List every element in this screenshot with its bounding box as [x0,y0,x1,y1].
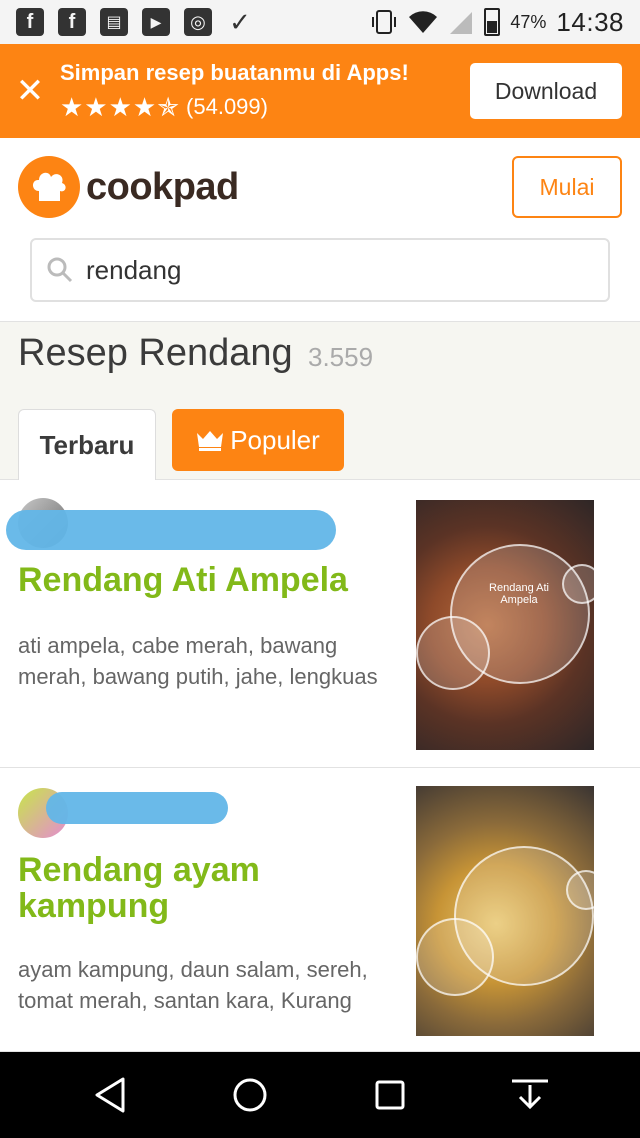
wifi-icon [409,11,438,34]
notification-drawer-button[interactable] [500,1065,560,1125]
search-value: rendang [86,254,182,285]
star-rating-icon: ★★★★✯ [60,91,181,122]
youtube-icon: ▶ [142,8,170,36]
tab-populer[interactable]: Populer [172,409,344,471]
check-icon: ✓ [229,6,251,37]
crown-icon [197,431,224,451]
pull-down-icon [512,1079,548,1110]
result-count: 3.559 [308,342,374,372]
recipe-ingredients: ati ampela, cabe merah, bawang merah, ba… [18,633,378,689]
list-item[interactable]: Rendang ayam kampung ayam kampung, daun … [0,768,640,1052]
search-input[interactable]: rendang [30,238,610,302]
page-title: Resep Rendang [18,332,293,374]
home-icon [233,1078,267,1112]
recents-button[interactable] [360,1065,420,1125]
results-header: Resep Rendang 3.559 Terbaru Populer [0,322,640,481]
battery-percent: 47% [510,11,547,32]
cookpad-logo[interactable]: cookpad [18,156,239,218]
author-name-redacted [46,792,228,824]
clipboard-icon: ▤ [100,8,128,36]
recents-icon [375,1080,405,1110]
recipe-photo[interactable]: Rendang Ati Ampela [416,500,594,750]
list-item[interactable]: Rendang Ati Ampela ati ampela, cabe mera… [0,480,640,768]
signal-icon [450,12,473,34]
tab-terbaru[interactable]: Terbaru [18,409,156,481]
tab-populer-label: Populer [230,424,320,455]
android-nav-bar [0,1052,640,1138]
download-button[interactable]: Download [470,63,622,119]
notification-icons: f f ▤ ▶ ◎ ✓ [16,6,254,37]
status-bar: f f ▤ ▶ ◎ ✓ 47% 14:38 [0,0,640,44]
site-header: cookpad Mulai rendang [0,138,640,322]
recipe-title[interactable]: Rendang Ati Ampela [18,562,398,598]
photo-caption: Rendang Ati Ampela [489,582,549,606]
banner-title: Simpan resep buatanmu di Apps! [60,59,409,85]
rating-row: ★★★★✯ (54.099) [60,92,470,123]
recipe-ingredients: ayam kampung, daun salam, sereh, tomat m… [18,957,368,1013]
clock: 14:38 [556,6,624,37]
chef-hat-icon [18,156,80,218]
home-button[interactable] [220,1065,280,1125]
back-button[interactable] [80,1065,140,1125]
author-name-redacted [6,510,336,550]
facebook-icon: f [16,8,44,36]
recipe-photo[interactable] [416,786,594,1036]
app-install-banner: ✕ Simpan resep buatanmu di Apps! ★★★★✯ (… [0,44,640,138]
start-button[interactable]: Mulai [512,156,622,218]
back-icon [95,1077,125,1113]
rating-count: (54.099) [186,94,268,119]
banner-text: Simpan resep buatanmu di Apps! ★★★★✯ (54… [60,60,470,123]
instagram-icon: ◎ [184,8,212,36]
facebook-icon: f [58,8,86,36]
close-icon[interactable]: ✕ [0,71,60,111]
recipe-title[interactable]: Rendang ayam kampung [18,852,398,924]
search-icon [47,257,73,283]
logo-text: cookpad [86,165,239,208]
vibrate-icon [372,10,397,34]
battery-icon [484,8,501,36]
recipe-list: Rendang Ati Ampela ati ampela, cabe mera… [0,480,640,1052]
